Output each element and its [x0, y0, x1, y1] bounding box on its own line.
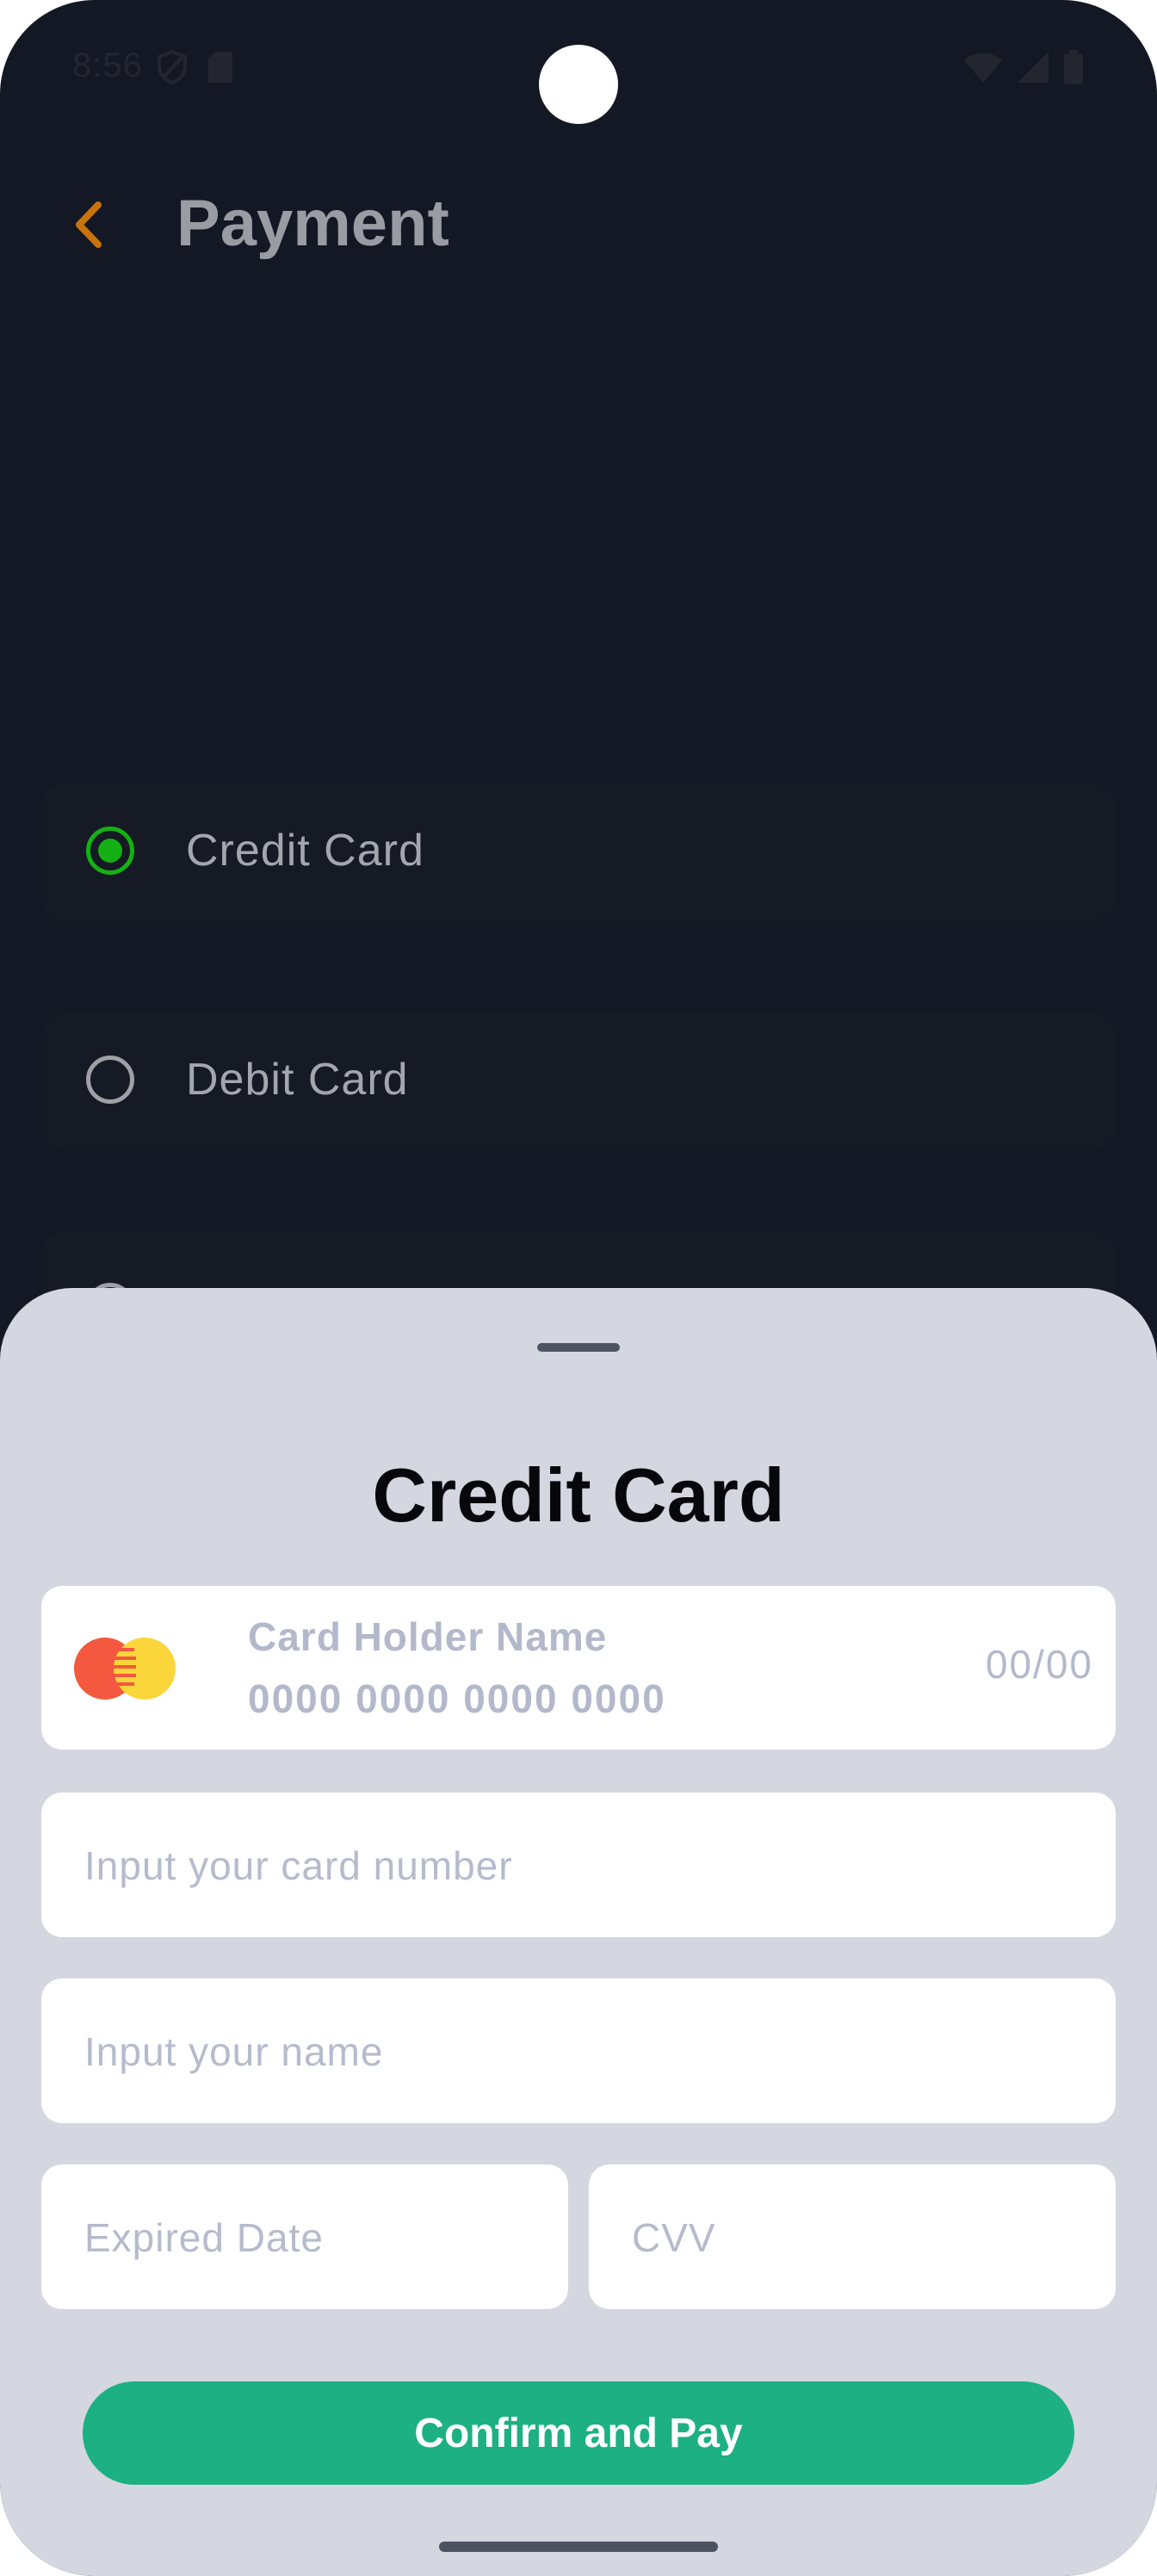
status-icons-right — [962, 50, 1085, 89]
confirm-and-pay-button[interactable]: Confirm and Pay — [83, 2381, 1074, 2485]
cvv-field[interactable] — [589, 2164, 1119, 2311]
payment-option-label: Credit Card — [186, 826, 424, 876]
sheet-drag-handle[interactable] — [537, 1343, 620, 1352]
chevron-left-icon — [60, 201, 121, 258]
back-button[interactable] — [60, 195, 121, 255]
home-indicator[interactable] — [439, 2542, 718, 2552]
payment-option-debit-card[interactable]: Debit Card — [41, 1012, 1116, 1150]
card-number-preview: 0000 0000 0000 0000 — [248, 1676, 666, 1721]
radio-unselected-icon[interactable] — [86, 1056, 134, 1104]
front-camera — [539, 45, 618, 124]
page-title: Payment — [176, 187, 449, 260]
sheet-title: Credit Card — [372, 1452, 785, 1538]
name-field[interactable] — [41, 1978, 1119, 2125]
status-time: 8:56 — [72, 46, 143, 84]
app-bar: Payment — [0, 172, 1157, 276]
credit-card-bottom-sheet: Credit Card Card Holder Name 0000 0000 0… — [0, 1288, 1157, 2576]
card-preview: Card Holder Name 0000 0000 0000 0000 00/… — [41, 1586, 1116, 1749]
signal-icon — [1016, 50, 1050, 89]
card-number-input[interactable] — [83, 1793, 1119, 1939]
mastercard-icon — [72, 1638, 176, 1700]
expiry-date-field[interactable] — [41, 2164, 572, 2311]
card-expiry-preview: 00/00 — [985, 1642, 1093, 1687]
battery-icon — [1062, 50, 1085, 89]
vpn-shield-icon — [157, 49, 188, 89]
status-bar: 8:56 — [0, 0, 1157, 138]
sd-card-icon — [207, 50, 234, 89]
cvv-input[interactable] — [630, 2164, 1119, 2311]
payment-option-label: Debit Card — [186, 1055, 409, 1105]
card-number-field[interactable] — [41, 1793, 1119, 1939]
phone-screen: 8:56 Payment Credit Card Debit Card Cred… — [0, 0, 1157, 2576]
payment-option-credit-card[interactable]: Credit Card — [41, 783, 1116, 921]
radio-selected-icon[interactable] — [86, 827, 134, 875]
status-icons-left — [157, 49, 234, 89]
expiry-date-input[interactable] — [83, 2164, 572, 2311]
card-holder-name: Card Holder Name — [248, 1614, 608, 1659]
wifi-icon — [962, 50, 1004, 89]
name-input[interactable] — [83, 1978, 1119, 2125]
